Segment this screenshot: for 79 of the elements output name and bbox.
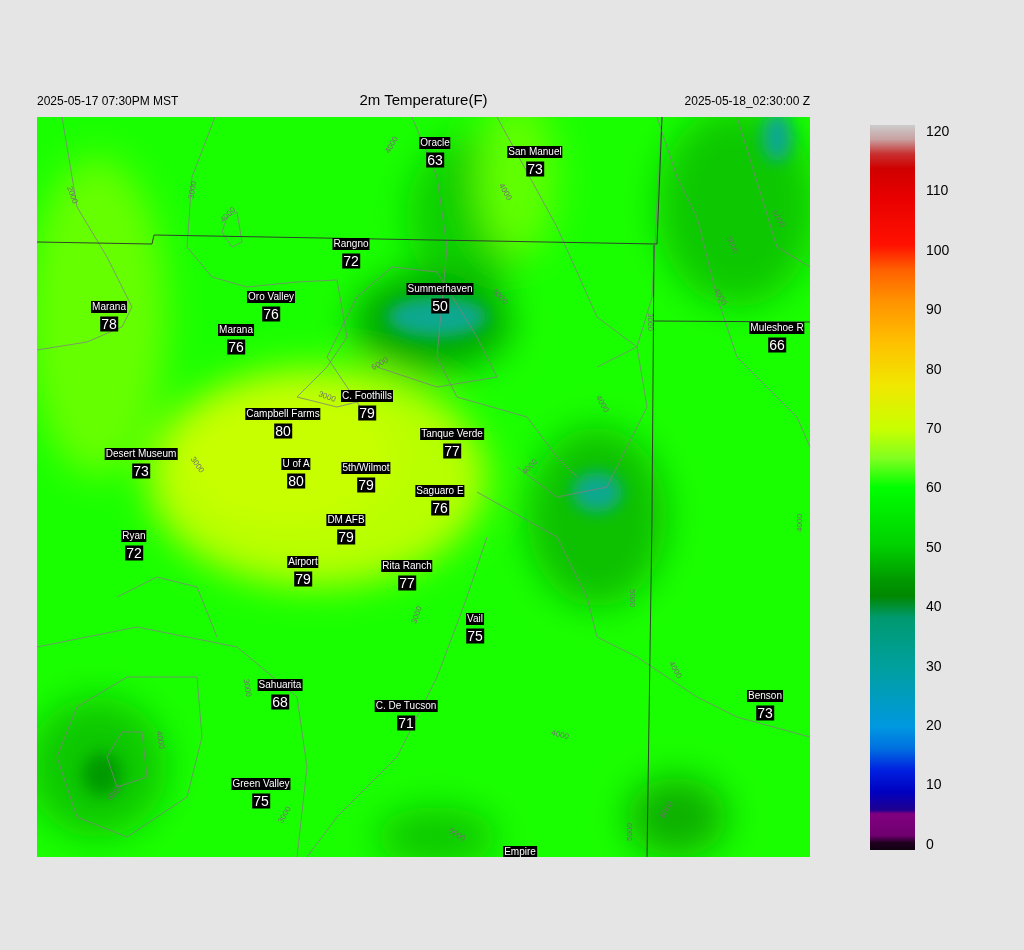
- station-temperature: 80: [287, 473, 305, 489]
- contour-label: 3000: [241, 678, 254, 698]
- station-name: DM AFB: [326, 514, 366, 526]
- contour-label: 5000: [625, 823, 635, 841]
- contour-label: 3000: [409, 604, 424, 625]
- station-name: Tanque Verde: [420, 428, 484, 440]
- station-temperature: 78: [100, 316, 118, 332]
- station-temperature: 50: [431, 298, 449, 314]
- station-temperature: 80: [274, 423, 292, 439]
- station-name: Rita Ranch: [381, 560, 433, 572]
- station-name: Ryan: [121, 530, 147, 542]
- scale-tick-label: 30: [926, 658, 943, 673]
- station-name: U of A: [281, 458, 311, 470]
- station-temperature: 73: [132, 463, 150, 479]
- contour-label: 5000: [724, 234, 741, 255]
- contour-label: 5000: [627, 589, 637, 607]
- station-temperature: 71: [397, 715, 415, 731]
- scale-tick-label: 70: [926, 421, 943, 436]
- station-temperature: 73: [526, 161, 544, 177]
- station-temperature: 77: [398, 575, 416, 591]
- station-name: San Manuel: [507, 146, 563, 158]
- station-temperature: 76: [227, 339, 245, 355]
- scale-tick-label: 80: [926, 361, 943, 376]
- station-temperature: 77: [443, 443, 461, 459]
- scale-tick-label: 50: [926, 539, 943, 554]
- station-temperature: 79: [358, 405, 376, 421]
- station-name: Marana: [91, 301, 127, 313]
- station-temperature: 63: [426, 152, 444, 168]
- station-temperature: 79: [357, 477, 375, 493]
- valid-time-label: 2025-05-18_02:30:00 Z: [684, 94, 810, 108]
- station-temperature: 72: [342, 253, 360, 269]
- station-name: Rangno: [332, 238, 370, 250]
- station-temperature: 66: [768, 337, 786, 353]
- station-name: C. Foothills: [341, 390, 393, 402]
- station-name: C. De Tucson: [374, 700, 438, 712]
- scale-tick-label: 60: [926, 480, 943, 495]
- station-temperature: 79: [337, 529, 355, 545]
- contour-label: 5000: [447, 826, 468, 843]
- scale-tick-label: 90: [926, 302, 943, 317]
- contour-label: 3000: [645, 313, 655, 331]
- scale-tick-label: 10: [926, 777, 943, 792]
- contour-label: 4000: [550, 727, 570, 742]
- station-temperature: 73: [756, 705, 774, 721]
- station-name: Vail: [466, 613, 484, 625]
- station-temperature: 79: [294, 571, 312, 587]
- station-name: Saguaro E: [415, 485, 465, 497]
- station-name: Benson: [747, 690, 783, 702]
- station-name: Marana: [218, 324, 254, 336]
- contour-label: 3000: [186, 180, 199, 200]
- scale-tick-label: 100: [926, 242, 950, 257]
- station-name: Muleshoe R: [749, 322, 805, 334]
- station-name: Green Valley: [231, 778, 291, 790]
- station-temperature: 76: [262, 306, 280, 322]
- contour-label: 4000: [154, 730, 167, 750]
- contour-label: 6000: [369, 355, 390, 372]
- map-title: 2m Temperature(F): [359, 91, 488, 108]
- station-name: Oro Valley: [247, 291, 295, 303]
- station-temperature: 76: [431, 500, 449, 516]
- scale-tick-label: 40: [926, 599, 943, 614]
- scale-tick-label: 20: [926, 718, 943, 733]
- scale-tick-label: 0: [926, 836, 935, 851]
- station-name: Campbell Farms: [245, 408, 321, 420]
- station-name: Sahuarita: [257, 679, 303, 691]
- contour-label: 3000: [317, 389, 338, 404]
- station-name: Summerhaven: [406, 283, 474, 295]
- station-temperature: 68: [271, 694, 289, 710]
- scale-tick-label: 120: [926, 124, 950, 138]
- local-time-label: 2025-05-17 07:30PM MST: [37, 94, 179, 108]
- station-temperature: 72: [125, 545, 143, 561]
- contour-label: 2000: [65, 184, 80, 205]
- scale-tick-label: 110: [926, 183, 950, 198]
- station-name: Oracle: [419, 137, 451, 149]
- station-name: Airport: [287, 556, 319, 568]
- station-temperature: 75: [466, 628, 484, 644]
- contour-label: 4000: [795, 514, 805, 532]
- station-name: Desert Museum: [104, 448, 178, 460]
- station-temperature: 75: [252, 793, 270, 809]
- station-name: 5th/Wilmot: [341, 462, 391, 474]
- station-name: Empire: [503, 846, 537, 857]
